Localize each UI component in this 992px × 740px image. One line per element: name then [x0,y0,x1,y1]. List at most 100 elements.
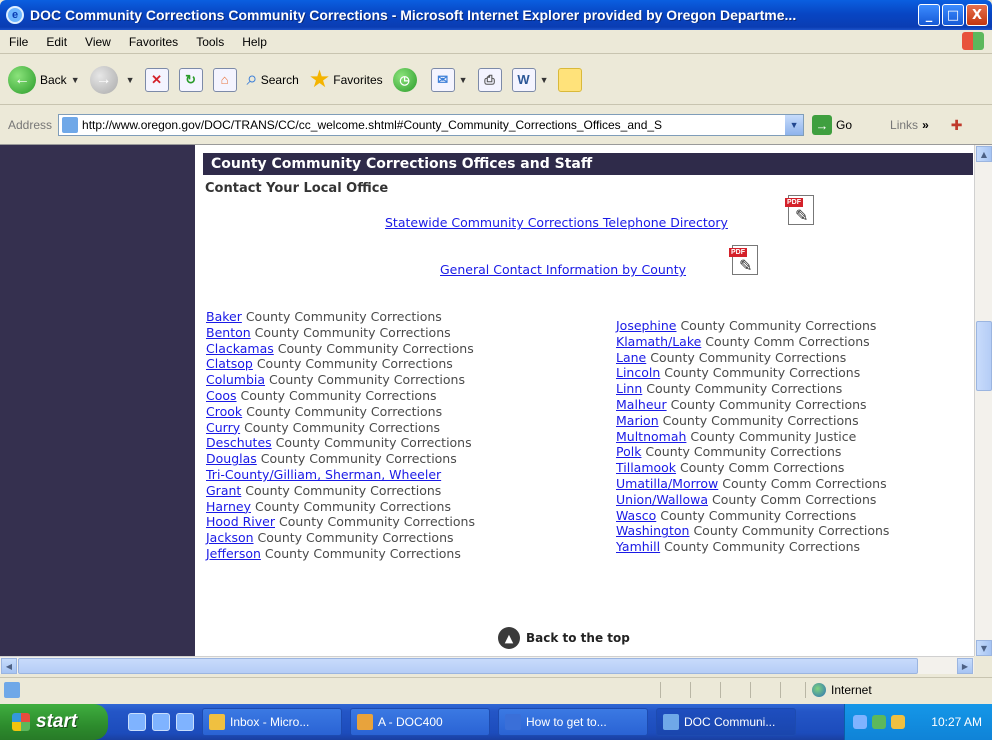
menu-tools[interactable]: Tools [187,35,233,49]
search-button[interactable]: ⌕ Search [247,68,299,91]
desktop-quicklaunch-icon[interactable] [176,713,194,731]
home-button[interactable]: ⌂ [212,67,237,92]
county-link[interactable]: Crook [206,404,242,419]
notes-button[interactable] [558,67,583,92]
task-inbox[interactable]: Inbox - Micro... [202,708,342,736]
links-toolbar[interactable]: Links» [890,118,929,132]
county-link[interactable]: Umatilla/Morrow [616,476,718,491]
start-button[interactable]: start [0,704,108,740]
county-link[interactable]: Lincoln [616,365,660,380]
scroll-down-icon[interactable]: ▼ [976,640,992,656]
back-button[interactable]: ← Back ▼ [8,65,80,94]
county-link[interactable]: Harney [206,499,251,514]
county-link[interactable]: Lane [616,350,646,365]
county-link[interactable]: Columbia [206,372,265,387]
county-link[interactable]: Benton [206,325,251,340]
county-link[interactable]: Multnomah [616,429,686,444]
county-label: County Community Corrections [271,435,472,451]
links-chevron[interactable]: » [922,118,929,132]
county-link[interactable]: Jefferson [206,546,261,561]
county-link[interactable]: Marion [616,413,659,428]
pdf-icon[interactable]: PDF ✎ [785,195,814,225]
task-doc400[interactable]: A - DOC400 [350,708,490,736]
county-link[interactable]: Tillamook [616,460,676,475]
forward-dropdown-icon[interactable]: ▼ [126,75,135,85]
address-input[interactable]: http://www.oregon.gov/DOC/TRANS/CC/cc_we… [58,114,805,136]
print-button[interactable]: ⎙ [477,67,502,92]
scroll-right-icon[interactable]: ▶ [957,658,973,674]
word-dropdown-icon[interactable]: ▼ [540,75,549,85]
list-item: Baker County Community Corrections [206,309,475,325]
county-link[interactable]: Josephine [616,318,676,333]
telephone-directory-link[interactable]: Statewide Community Corrections Telephon… [385,215,728,230]
address-dropdown-icon[interactable]: ▼ [785,115,804,135]
task-word[interactable]: How to get to... [498,708,648,736]
scroll-up-icon[interactable]: ▲ [976,146,992,162]
county-link[interactable]: Jackson [206,530,254,545]
close-button[interactable]: X [966,4,988,26]
forward-button[interactable]: → ▼ [89,65,135,94]
page-icon [62,117,79,133]
word-button[interactable]: W ▼ [511,67,549,92]
scroll-left-icon[interactable]: ◀ [1,658,17,674]
county-link[interactable]: Grant [206,483,241,498]
refresh-button[interactable]: ↻ [178,67,203,92]
county-link[interactable]: Deschutes [206,435,272,450]
menu-view[interactable]: View [76,35,120,49]
county-link[interactable]: Washington [616,523,689,538]
county-label: County Community Corrections [265,372,465,388]
county-label: County Community Corrections [676,318,877,333]
tray-network-icon[interactable] [872,715,886,729]
county-link[interactable]: Linn [616,381,642,396]
horizontal-scrollbar[interactable]: ◀ ▶ [0,656,974,674]
county-label: County Community Corrections [666,396,867,412]
history-button[interactable]: ◷ [392,67,421,92]
address-url: http://www.oregon.gov/DOC/TRANS/CC/cc_we… [82,118,663,132]
menu-help[interactable]: Help [233,35,276,49]
county-link[interactable]: Coos [206,388,237,403]
county-link[interactable]: Clatsop [206,356,253,371]
back-dropdown-icon[interactable]: ▼ [71,75,80,85]
county-link[interactable]: Douglas [206,451,257,466]
county-link[interactable]: Polk [616,444,641,459]
back-to-top-link[interactable]: ▲ Back to the top [498,627,630,649]
menu-favorites[interactable]: Favorites [120,35,187,49]
county-link[interactable]: Curry [206,420,240,435]
menu-edit[interactable]: Edit [37,35,76,49]
vertical-scroll-thumb[interactable] [976,321,992,391]
county-link[interactable]: Klamath/Lake [616,334,701,349]
vertical-scrollbar[interactable]: ▲ ▼ [974,145,992,656]
mail-dropdown-icon[interactable]: ▼ [459,75,468,85]
task-doc-communi[interactable]: DOC Communi... [656,708,796,736]
mail-button[interactable]: ✉ ▼ [430,67,468,92]
county-link[interactable]: Baker [206,309,242,324]
county-link[interactable]: Tri-County/Gilliam, Sherman, Wheeler [206,467,441,482]
general-contact-link[interactable]: General Contact Information by County [440,262,686,277]
stop-button[interactable]: ✕ [144,67,169,92]
list-item: Lincoln County Community Corrections [616,365,889,381]
list-item: Jackson County Community Corrections [206,530,475,546]
list-item: Curry County Community Corrections [206,420,475,436]
county-link[interactable]: Malheur [616,397,667,412]
pdf-icon[interactable]: PDF ✎ [729,245,758,275]
county-link[interactable]: Wasco [616,508,656,523]
tray-arrow-icon[interactable] [853,715,867,729]
title-bar: e DOC Community Corrections Community Co… [0,0,992,30]
minimize-button[interactable]: _ [918,4,940,26]
addon-icon[interactable]: ✚ [951,117,963,134]
county-link[interactable]: Union/Wallowa [616,492,708,507]
go-button[interactable]: → Go [812,115,852,135]
county-link[interactable]: Yamhill [616,539,660,554]
menu-file[interactable]: File [0,35,37,49]
contact-subtitle: Contact Your Local Office [205,181,389,196]
county-link[interactable]: Hood River [206,514,275,529]
county-link[interactable]: Clackamas [206,341,274,356]
system-tray: 10:27 AM [844,704,992,740]
horizontal-scroll-thumb[interactable] [18,658,918,674]
ie-quicklaunch-icon[interactable] [128,713,146,731]
outlook-quicklaunch-icon[interactable] [152,713,170,731]
favorites-button[interactable]: ★ Favorites [309,65,383,94]
tray-app-icon[interactable] [891,715,905,729]
maximize-button[interactable]: □ [942,4,964,26]
list-item: Josephine County Community Corrections [616,318,889,334]
